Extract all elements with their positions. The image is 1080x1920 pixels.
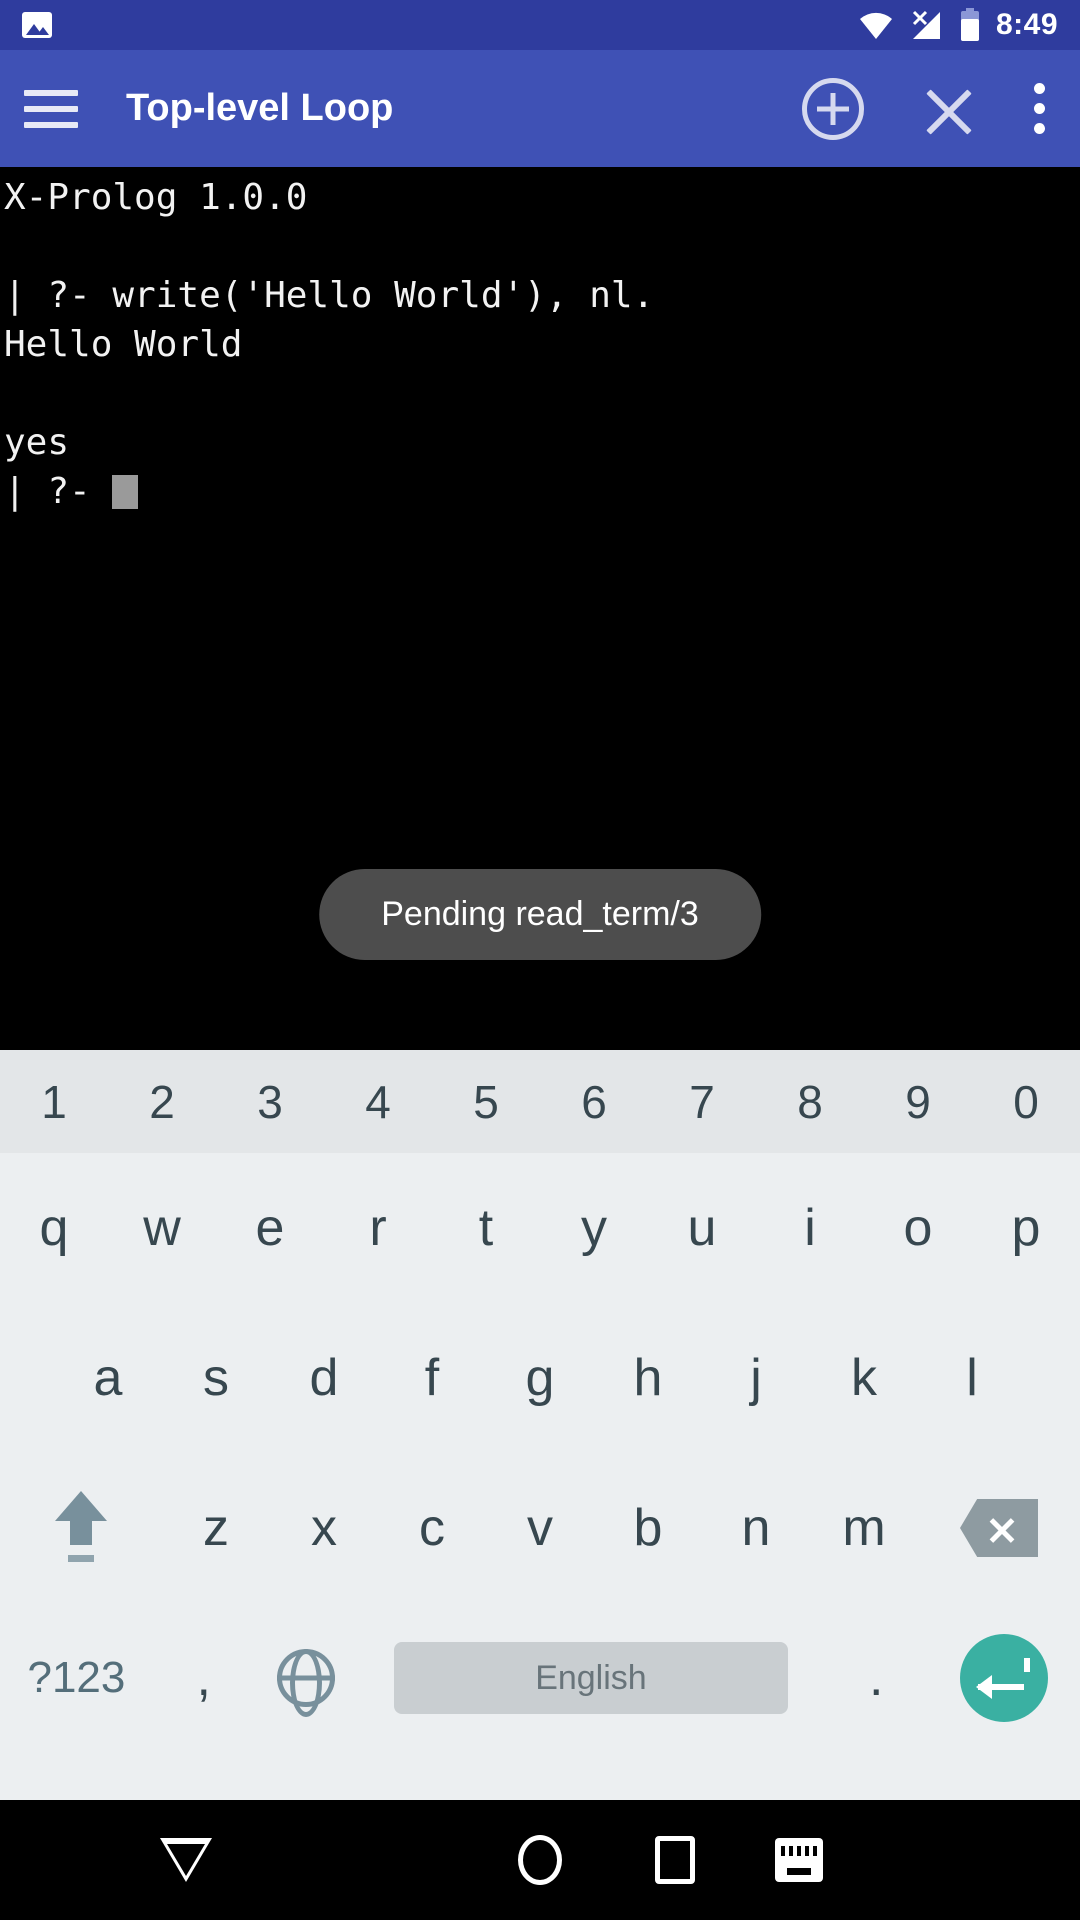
keyboard-row-qwerty: q w e r t y u i o p — [0, 1153, 1080, 1303]
key-1[interactable]: 1 — [0, 1050, 108, 1153]
terminal-line-1 — [0, 216, 1080, 265]
key-x[interactable]: x — [270, 1453, 378, 1603]
key-g[interactable]: g — [486, 1303, 594, 1453]
status-bar-clock: 8:49 — [995, 8, 1058, 41]
key-a[interactable]: a — [54, 1303, 162, 1453]
terminal-line-0: X-Prolog 1.0.0 — [4, 177, 308, 218]
keyboard-bottom-row: ?123 , English . — [0, 1603, 1080, 1753]
key-b[interactable]: b — [594, 1453, 702, 1603]
key-p[interactable]: p — [972, 1153, 1080, 1303]
key-n[interactable]: n — [702, 1453, 810, 1603]
status-bar-system-icons: 8:49 — [858, 8, 1058, 42]
key-u[interactable]: u — [648, 1153, 756, 1303]
app-bar-actions — [802, 77, 1056, 140]
page-title: Top-level Loop — [126, 87, 394, 129]
key-6[interactable]: 6 — [540, 1050, 648, 1153]
key-8[interactable]: 8 — [756, 1050, 864, 1153]
key-k[interactable]: k — [810, 1303, 918, 1453]
key-3[interactable]: 3 — [216, 1050, 324, 1153]
hamburger-menu-icon[interactable] — [24, 89, 78, 128]
backspace-icon[interactable] — [918, 1453, 1080, 1603]
key-y[interactable]: y — [540, 1153, 648, 1303]
key-0[interactable]: 0 — [972, 1050, 1080, 1153]
battery-icon — [960, 8, 979, 41]
key-comma[interactable]: , — [153, 1603, 255, 1753]
navigation-bar — [0, 1800, 1080, 1920]
key-7[interactable]: 7 — [648, 1050, 756, 1153]
enter-return-icon[interactable] — [927, 1603, 1080, 1753]
terminal-line-2: | ?- write('Hello World'), nl. — [4, 275, 655, 316]
terminal-prompt: | ?- — [4, 471, 113, 512]
keyboard-number-row: 1 2 3 4 5 6 7 8 9 0 — [0, 1050, 1080, 1153]
home-circle-icon[interactable] — [518, 1835, 562, 1885]
key-j[interactable]: j — [702, 1303, 810, 1453]
key-c[interactable]: c — [378, 1453, 486, 1603]
key-e[interactable]: e — [216, 1153, 324, 1303]
key-4[interactable]: 4 — [324, 1050, 432, 1153]
key-w[interactable]: w — [108, 1153, 216, 1303]
key-v[interactable]: v — [486, 1453, 594, 1603]
recents-square-icon[interactable] — [655, 1836, 695, 1884]
key-z[interactable]: z — [162, 1453, 270, 1603]
key-h[interactable]: h — [594, 1303, 702, 1453]
key-f[interactable]: f — [378, 1303, 486, 1453]
space-key[interactable]: English — [357, 1603, 826, 1753]
keyboard-dismiss-icon[interactable] — [160, 1838, 212, 1882]
key-period[interactable]: . — [825, 1603, 927, 1753]
cellular-no-sim-icon — [912, 10, 940, 39]
key-l[interactable]: l — [918, 1303, 1026, 1453]
space-key-label: English — [394, 1642, 788, 1714]
keyboard-row-asdf: a s d f g h j k l — [0, 1303, 1080, 1453]
key-m[interactable]: m — [810, 1453, 918, 1603]
language-globe-icon[interactable] — [255, 1603, 357, 1753]
key-5[interactable]: 5 — [432, 1050, 540, 1153]
key-r[interactable]: r — [324, 1153, 432, 1303]
terminal-cursor — [112, 475, 139, 509]
close-x-icon[interactable] — [920, 80, 978, 138]
status-bar: 8:49 — [0, 0, 1080, 50]
on-screen-keyboard: 1 2 3 4 5 6 7 8 9 0 q w e r t y u i o p … — [0, 1050, 1080, 1800]
key-i[interactable]: i — [756, 1153, 864, 1303]
app-bar: Top-level Loop — [0, 50, 1080, 167]
key-t[interactable]: t — [432, 1153, 540, 1303]
key-2[interactable]: 2 — [108, 1050, 216, 1153]
terminal-line-4 — [0, 363, 1080, 412]
wifi-icon — [859, 12, 892, 39]
toast-message: Pending read_term/3 — [319, 869, 761, 960]
key-s[interactable]: s — [162, 1303, 270, 1453]
terminal-prompt-line: | ?- — [0, 461, 1080, 510]
key-o[interactable]: o — [864, 1153, 972, 1303]
overflow-menu-icon[interactable] — [1034, 83, 1046, 134]
keyboard-switcher-icon[interactable] — [775, 1838, 823, 1882]
status-bar-notifications — [22, 12, 52, 38]
image-icon — [22, 12, 52, 38]
shift-icon[interactable] — [0, 1453, 162, 1603]
keyboard-row-zxcv: z x c v b n m — [0, 1453, 1080, 1603]
android-screen: 8:49 Top-level Loop X-Prolog 1.0.0 | ?- … — [0, 0, 1080, 1920]
key-d[interactable]: d — [270, 1303, 378, 1453]
terminal-line-5: yes — [4, 422, 70, 463]
terminal-line-3: Hello World — [4, 324, 243, 365]
key-q[interactable]: q — [0, 1153, 108, 1303]
key-9[interactable]: 9 — [864, 1050, 972, 1153]
plus-circle-icon[interactable] — [802, 77, 864, 140]
symbols-key[interactable]: ?123 — [0, 1603, 153, 1753]
